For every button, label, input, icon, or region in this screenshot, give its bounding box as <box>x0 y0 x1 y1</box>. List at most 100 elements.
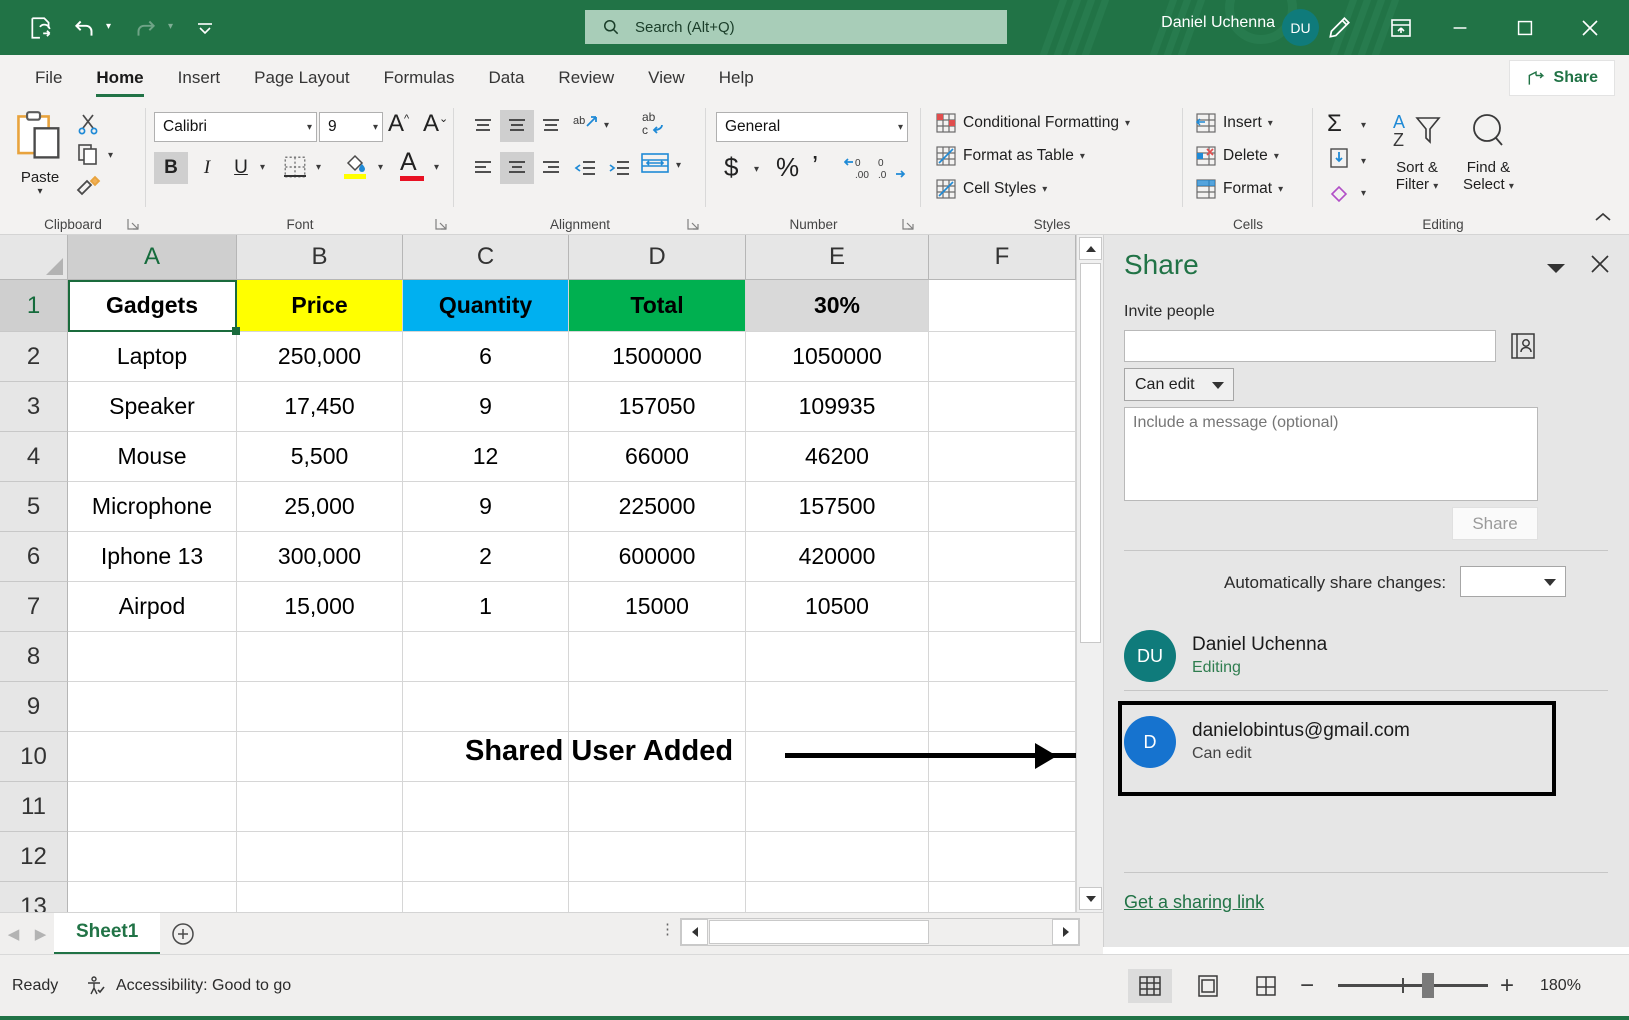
zoom-out-icon[interactable]: − <box>1300 974 1314 998</box>
column-header-A[interactable]: A <box>68 235 237 280</box>
cell-A3[interactable]: Speaker <box>68 382 237 432</box>
cell-B10[interactable] <box>237 732 403 782</box>
delete-cells-button[interactable]: Delete ▾ <box>1195 145 1279 167</box>
tab-page-layout[interactable]: Page Layout <box>237 62 366 94</box>
format-as-table-button[interactable]: Format as Table ▾ <box>935 145 1085 167</box>
account-name[interactable]: Daniel Uchenna <box>1161 14 1275 32</box>
clear-button[interactable] <box>1327 180 1351 209</box>
spreadsheet-grid[interactable]: A B C D E F 1 2 3 4 5 6 7 8 9 10 11 12 1… <box>0 235 1103 912</box>
maximize-button[interactable] <box>1496 0 1554 55</box>
redo-dropdown-caret-icon[interactable]: ▾ <box>166 21 175 32</box>
align-center-button[interactable] <box>500 152 534 184</box>
clipboard-dialog-launcher-icon[interactable] <box>126 217 140 231</box>
share-pane-close-icon[interactable] <box>1589 253 1611 282</box>
accessibility-status[interactable]: Accessibility: Good to go <box>85 975 291 997</box>
font-family-caret-icon[interactable]: ▾ <box>307 122 312 133</box>
percent-style-icon[interactable]: % <box>776 152 799 183</box>
cell-B12[interactable] <box>237 832 403 882</box>
underline-caret-icon[interactable]: ▾ <box>260 162 265 173</box>
share-pane-collapse-icon[interactable] <box>1545 261 1567 280</box>
number-format-combo[interactable]: General ▾ <box>716 112 908 142</box>
cell-C3[interactable]: 9 <box>403 382 569 432</box>
row-header-12[interactable]: 12 <box>0 832 68 882</box>
column-header-B[interactable]: B <box>237 235 403 280</box>
get-sharing-link[interactable]: Get a sharing link <box>1124 892 1264 913</box>
cell-A7[interactable]: Airpod <box>68 582 237 632</box>
page-break-preview-button[interactable] <box>1244 969 1288 1003</box>
column-header-C[interactable]: C <box>403 235 569 280</box>
cell-F8[interactable] <box>929 632 1076 682</box>
font-size-combo[interactable]: 9 ▾ <box>319 112 383 142</box>
copy-dropdown-caret-icon[interactable]: ▾ <box>108 150 113 161</box>
cell-D4[interactable]: 66000 <box>569 432 746 482</box>
tab-home[interactable]: Home <box>79 62 160 94</box>
cell-D3[interactable]: 157050 <box>569 382 746 432</box>
delete-caret-icon[interactable]: ▾ <box>1274 151 1279 162</box>
cell-B11[interactable] <box>237 782 403 832</box>
redo-icon[interactable] <box>128 11 162 45</box>
cell-D12[interactable] <box>569 832 746 882</box>
cell-E8[interactable] <box>746 632 929 682</box>
format-caret-icon[interactable]: ▾ <box>1278 184 1283 195</box>
zoom-level[interactable]: 180% <box>1540 977 1581 995</box>
cell-styles-button[interactable]: Cell Styles ▾ <box>935 178 1047 200</box>
number-dialog-launcher-icon[interactable] <box>901 217 915 231</box>
accounting-caret-icon[interactable]: ▾ <box>754 164 759 175</box>
page-layout-view-button[interactable] <box>1186 969 1230 1003</box>
cell-F9[interactable] <box>929 682 1076 732</box>
copy-button[interactable] <box>76 142 100 171</box>
cell-A2[interactable]: Laptop <box>68 332 237 382</box>
cell-C8[interactable] <box>403 632 569 682</box>
cell-E4[interactable]: 46200 <box>746 432 929 482</box>
insert-cells-button[interactable]: Insert ▾ <box>1195 112 1273 134</box>
fill-button[interactable] <box>1327 146 1351 175</box>
comma-style-icon[interactable]: ’ <box>812 150 818 182</box>
row-header-11[interactable]: 11 <box>0 782 68 832</box>
align-bottom-button[interactable] <box>534 110 568 142</box>
cell-styles-caret-icon[interactable]: ▾ <box>1042 184 1047 195</box>
scroll-right-button[interactable] <box>1052 919 1079 945</box>
paste-dropdown-caret-icon[interactable]: ▾ <box>14 186 66 197</box>
find-select-caret-icon[interactable]: ▾ <box>1509 181 1514 192</box>
tab-insert[interactable]: Insert <box>161 62 238 94</box>
cell-A9[interactable] <box>68 682 237 732</box>
align-top-button[interactable] <box>466 110 500 142</box>
cell-D9[interactable] <box>569 682 746 732</box>
grid-vertical-scrollbar[interactable] <box>1076 235 1103 912</box>
cell-B3[interactable]: 17,450 <box>237 382 403 432</box>
conditional-formatting-caret-icon[interactable]: ▾ <box>1125 118 1130 129</box>
zoom-slider[interactable] <box>1338 984 1488 987</box>
format-cells-button[interactable]: Format ▾ <box>1195 178 1283 200</box>
shared-person-2[interactable]: D danielobintus@gmail.com Can edit <box>1124 716 1410 768</box>
cell-D7[interactable]: 15000 <box>569 582 746 632</box>
previous-sheet-icon[interactable]: ◀ <box>0 913 27 955</box>
undo-dropdown-caret-icon[interactable]: ▾ <box>104 21 113 32</box>
conditional-formatting-button[interactable]: Conditional Formatting ▾ <box>935 112 1130 134</box>
select-all-corner[interactable] <box>0 235 68 280</box>
font-dialog-launcher-icon[interactable] <box>434 217 448 231</box>
cell-C11[interactable] <box>403 782 569 832</box>
sheet-tab-options-icon[interactable]: ⋮ <box>660 925 675 936</box>
row-header-4[interactable]: 4 <box>0 432 68 482</box>
cell-F7[interactable] <box>929 582 1076 632</box>
font-color-caret-icon[interactable]: ▾ <box>434 162 439 173</box>
cell-B4[interactable]: 5,500 <box>237 432 403 482</box>
cell-C1[interactable]: Quantity <box>403 280 569 332</box>
align-left-button[interactable] <box>466 152 500 184</box>
cell-B9[interactable] <box>237 682 403 732</box>
cell-F3[interactable] <box>929 382 1076 432</box>
cell-D1[interactable]: Total <box>569 280 746 332</box>
increase-indent-button[interactable] <box>602 152 636 184</box>
alignment-dialog-launcher-icon[interactable] <box>686 217 700 231</box>
address-book-icon[interactable] <box>1508 331 1538 366</box>
zoom-slider-thumb[interactable] <box>1422 973 1434 998</box>
row-header-7[interactable]: 7 <box>0 582 68 632</box>
wrap-text-button[interactable]: ab c <box>640 108 670 143</box>
cell-A8[interactable] <box>68 632 237 682</box>
normal-view-button[interactable] <box>1128 969 1172 1003</box>
row-header-5[interactable]: 5 <box>0 482 68 532</box>
tab-review[interactable]: Review <box>541 62 631 94</box>
cell-E7[interactable]: 10500 <box>746 582 929 632</box>
message-textarea[interactable]: Include a message (optional) <box>1124 407 1538 501</box>
cell-E1[interactable]: 30% <box>746 280 929 332</box>
